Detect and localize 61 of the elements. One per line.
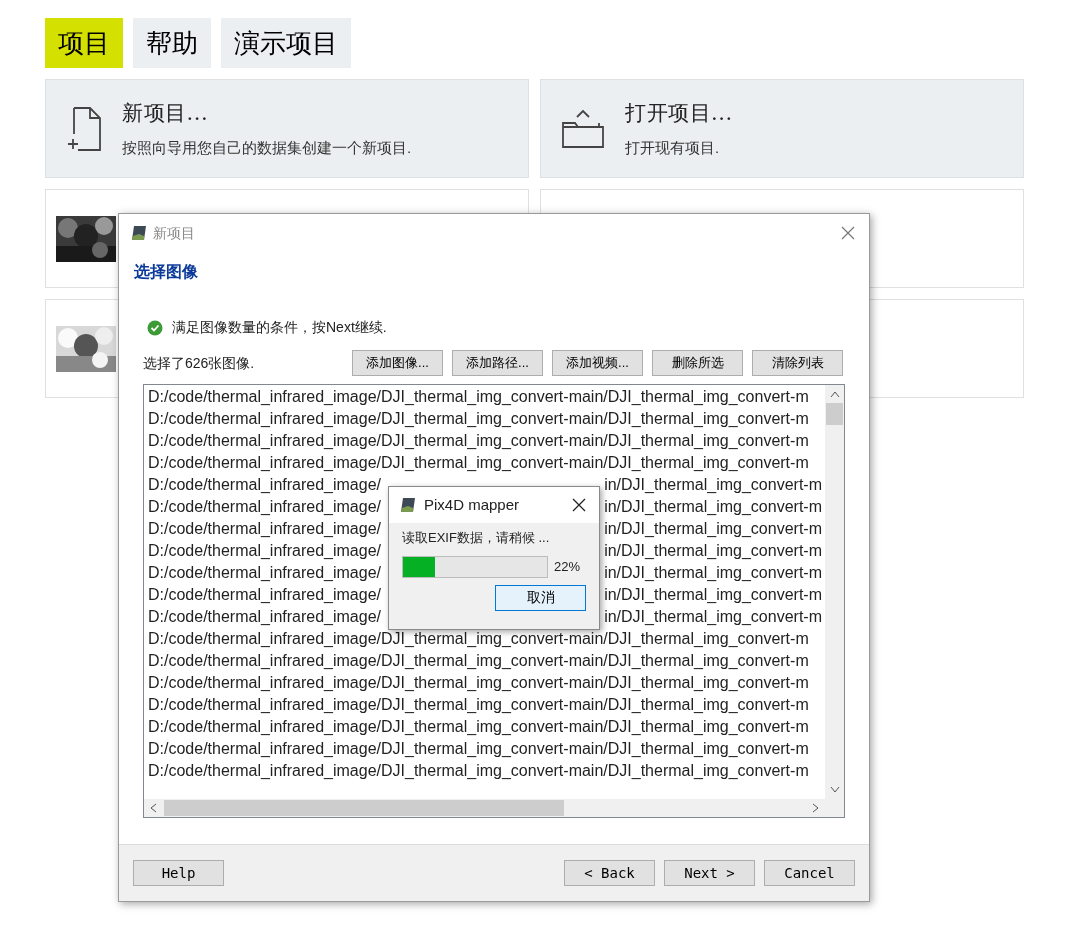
- list-item[interactable]: D:/code/thermal_infrared_image/DJI_thermal_img_convert-main/DJI_thermal_img_convert-m: [148, 452, 809, 474]
- list-item[interactable]: D:/code/thermal_infrared_image/DJI_thermal_img_convert-main/DJI_thermal_img_convert-m: [148, 430, 809, 452]
- card-title: 打开项目...: [625, 99, 733, 127]
- card-description: 按照向导用您自己的数据集创建一个新项目.: [122, 138, 412, 158]
- tab[interactable]: 项目: [45, 18, 123, 68]
- page-heading: 选择图像: [134, 263, 198, 280]
- new-file-icon: [66, 105, 102, 152]
- list-button[interactable]: 添加视频...: [552, 350, 643, 376]
- folder-icon: [561, 108, 605, 149]
- tab[interactable]: 演示项目: [221, 18, 351, 68]
- list-item[interactable]: D:/code/thermal_infrared_image/: [148, 518, 381, 540]
- help-button[interactable]: Help: [133, 860, 224, 886]
- list-item[interactable]: D:/code/thermal_infrared_image/: [148, 562, 381, 584]
- cancel-button[interactable]: Cancel: [764, 860, 855, 886]
- list-item[interactable]: in/DJI_thermal_img_convert-m: [604, 584, 822, 606]
- window-title: Pix4D mapper: [424, 494, 520, 515]
- status-message: 满足图像数量的条件，按Next继续.: [172, 318, 387, 337]
- list-button[interactable]: 添加图像...: [352, 350, 443, 376]
- list-button[interactable]: 删除所选: [652, 350, 743, 376]
- list-item[interactable]: D:/code/thermal_infrared_image/DJI_thermal_img_convert-main/DJI_thermal_img_convert-m: [148, 386, 809, 408]
- list-item[interactable]: D:/code/thermal_infrared_image/: [148, 540, 381, 562]
- app-logo-icon: [400, 497, 416, 513]
- list-item[interactable]: D:/code/thermal_infrared_image/: [148, 496, 381, 518]
- close-icon[interactable]: [572, 498, 586, 512]
- list-item[interactable]: D:/code/thermal_infrared_image/: [148, 606, 381, 628]
- progress-reading: 22%: [554, 557, 581, 576]
- list-button[interactable]: 清除列表: [752, 350, 843, 376]
- cancel-button[interactable]: 取消: [495, 584, 586, 611]
- image-count: 选择了626张图像.: [143, 353, 256, 373]
- list-item[interactable]: D:/code/thermal_infrared_image/DJI_thermal_img_convert-main/DJI_thermal_img_convert-m: [148, 628, 809, 650]
- list-item[interactable]: D:/code/thermal_infrared_image/DJI_thermal_img_convert-main/DJI_thermal_img_convert-m: [148, 760, 809, 782]
- action-card[interactable]: 新项目... 按照向导用您自己的数据集创建一个新项目.: [45, 79, 529, 178]
- back-button[interactable]: < Back: [564, 860, 655, 886]
- list-button[interactable]: 添加路径...: [452, 350, 543, 376]
- action-card[interactable]: 打开项目... 打开现有项目.: [540, 79, 1024, 178]
- list-item[interactable]: D:/code/thermal_infrared_image/DJI_thermal_img_convert-main/DJI_thermal_img_convert-m: [148, 408, 809, 430]
- list-item[interactable]: in/DJI_thermal_img_convert-m: [604, 518, 822, 540]
- scroll-thumb[interactable]: [164, 800, 564, 816]
- scroll-thumb[interactable]: [826, 403, 843, 425]
- progress-message: 读取EXIF数据，请稍候 ...: [401, 529, 551, 547]
- horizontal-scrollbar[interactable]: [144, 799, 844, 817]
- vertical-scrollbar[interactable]: [825, 385, 844, 799]
- list-item[interactable]: D:/code/thermal_infrared_image/DJI_thermal_img_convert-main/DJI_thermal_img_convert-m: [148, 738, 809, 760]
- tab[interactable]: 帮助: [133, 18, 211, 68]
- next-button[interactable]: Next >: [664, 860, 755, 886]
- list-item[interactable]: in/DJI_thermal_img_convert-m: [604, 606, 822, 628]
- list-item[interactable]: D:/code/thermal_infrared_image/: [148, 474, 381, 496]
- list-item[interactable]: in/DJI_thermal_img_convert-m: [604, 474, 822, 496]
- list-item[interactable]: D:/code/thermal_infrared_image/DJI_thermal_img_convert-main/DJI_thermal_img_convert-m: [148, 672, 809, 694]
- app-logo-icon: [131, 225, 147, 241]
- window-title: 新项目: [153, 223, 195, 243]
- list-item[interactable]: D:/code/thermal_infrared_image/DJI_thermal_img_convert-main/DJI_thermal_img_convert-m: [148, 650, 809, 672]
- card-title: 新项目...: [122, 99, 210, 127]
- list-item[interactable]: D:/code/thermal_infrared_image/DJI_thermal_img_convert-main/DJI_thermal_img_convert-m: [148, 716, 809, 738]
- list-item[interactable]: in/DJI_thermal_img_convert-m: [604, 540, 822, 562]
- list-item[interactable]: D:/code/thermal_infrared_image/: [148, 584, 381, 606]
- list-item[interactable]: D:/code/thermal_infrared_image/DJI_thermal_img_convert-main/DJI_thermal_img_convert-m: [148, 694, 809, 716]
- check-circle-icon: [147, 319, 163, 336]
- list-item[interactable]: in/DJI_thermal_img_convert-m: [604, 496, 822, 518]
- list-item[interactable]: in/DJI_thermal_img_convert-m: [604, 562, 822, 584]
- card-description: 打开现有项目.: [625, 138, 721, 158]
